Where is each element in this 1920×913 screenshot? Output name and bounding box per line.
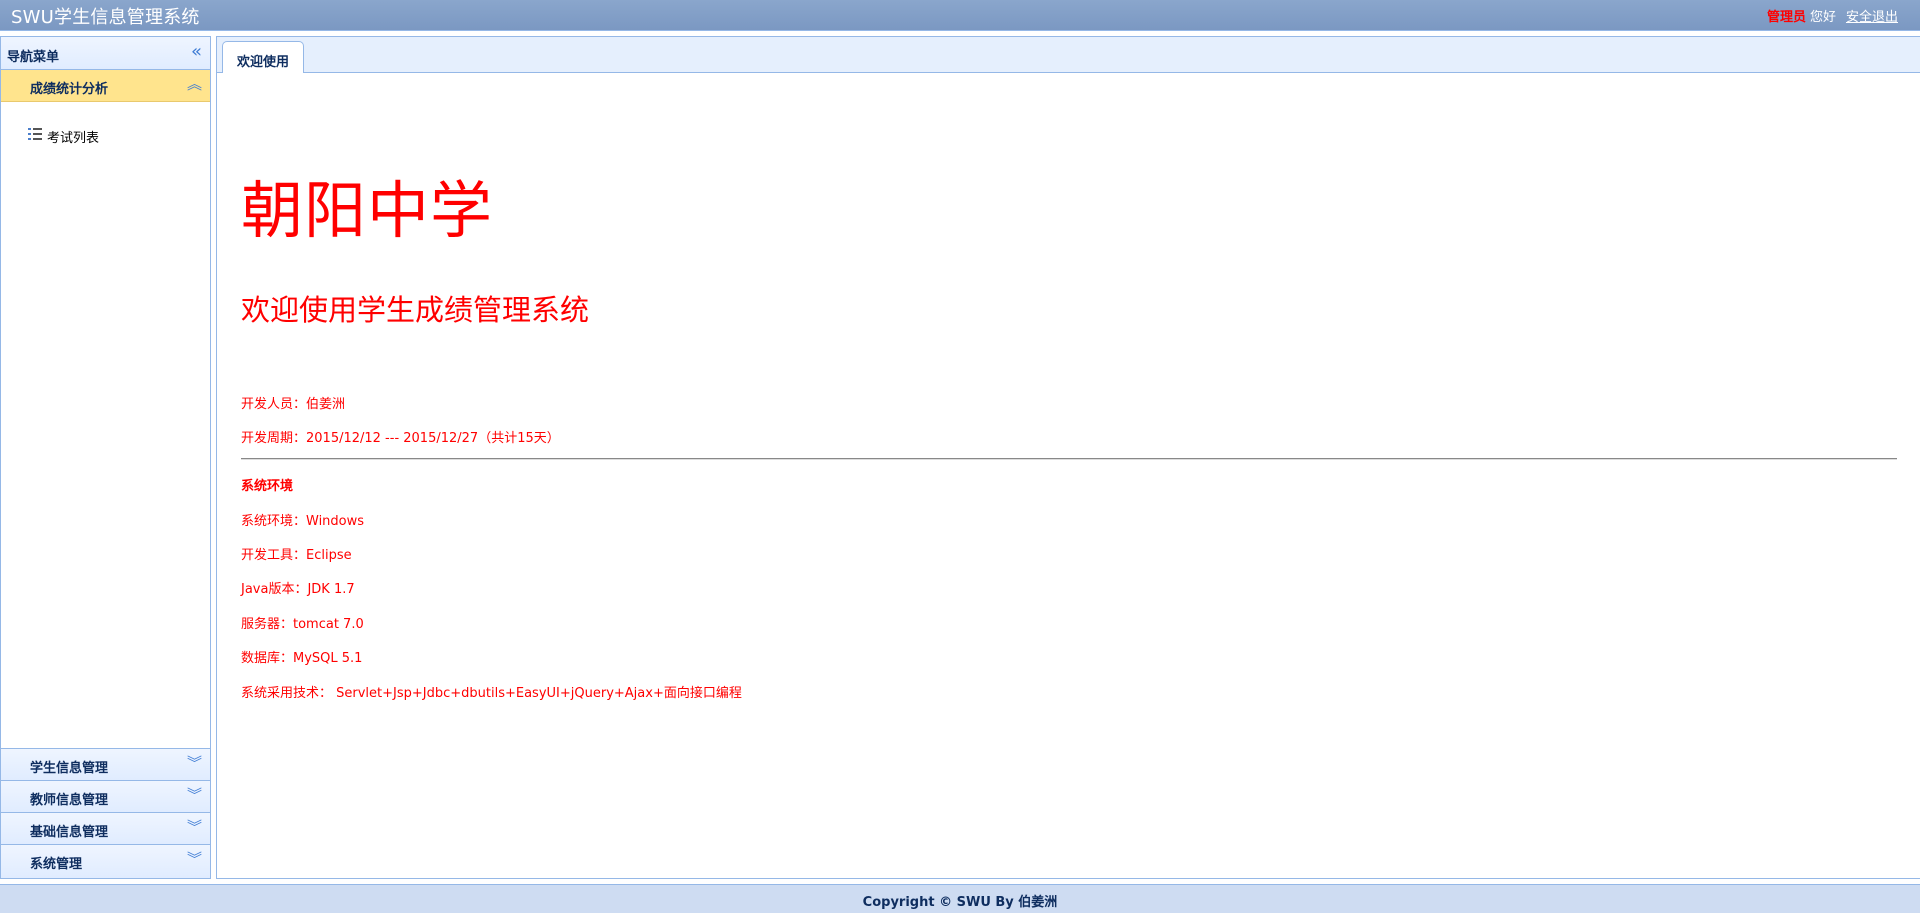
nav-menu-title: 导航菜单	[7, 50, 60, 65]
tab-content: 朝阳中学 欢迎使用学生成绩管理系统 开发人员：伯姜洲 开发周期：2015/12/…	[216, 73, 1920, 879]
env-tech: 系统采用技术： Servlet+Jsp+Jdbc+dbutils+EasyUI+…	[241, 686, 742, 701]
double-chevron-down-icon[interactable]: ︾	[187, 850, 202, 868]
panel-teacher-info[interactable]: 教师信息管理 ︾	[1, 780, 210, 812]
list-icon	[28, 128, 42, 142]
tab-label: 欢迎使用	[236, 55, 289, 70]
divider	[241, 458, 1897, 460]
logout-link[interactable]: 安全退出	[1846, 10, 1898, 25]
app-title: SWU学生信息管理系统	[11, 7, 200, 28]
user-role: 管理员	[1766, 10, 1806, 25]
env-java: Java版本：JDK 1.7	[241, 582, 355, 597]
copyright-text: Copyright © SWU By 伯姜洲	[862, 895, 1058, 910]
tree-item-label: 考试列表	[47, 131, 100, 146]
panel-basic-info[interactable]: 基础信息管理 ︾	[1, 812, 210, 844]
double-chevron-left-icon[interactable]: «	[191, 43, 202, 61]
app-header: SWU学生信息管理系统 管理员 您好 安全退出	[0, 0, 1920, 31]
tab-bar: 欢迎使用	[216, 36, 1920, 74]
double-chevron-down-icon[interactable]: ︾	[187, 818, 202, 836]
developer-text: 开发人员：伯姜洲	[241, 397, 346, 412]
panel-label: 学生信息管理	[30, 761, 109, 776]
double-chevron-down-icon[interactable]: ︾	[187, 754, 202, 772]
panel-score-analysis[interactable]: 成绩统计分析 ︽	[1, 70, 210, 102]
panel-label: 基础信息管理	[30, 825, 109, 840]
user-area: 管理员 您好 安全退出	[1767, 6, 1898, 25]
double-chevron-up-icon[interactable]: ︽	[187, 75, 202, 93]
env-heading: 系统环境	[241, 479, 294, 494]
panel-label: 成绩统计分析	[30, 82, 109, 97]
period-text: 开发周期：2015/12/12 --- 2015/12/27（共计15天）	[241, 431, 560, 446]
nav-menu-header: 导航菜单 «	[1, 37, 210, 70]
footer: Copyright © SWU By 伯姜洲	[0, 884, 1920, 913]
double-chevron-down-icon[interactable]: ︾	[187, 786, 202, 804]
env-tool: 开发工具：Eclipse	[241, 548, 352, 563]
panel-label: 教师信息管理	[30, 793, 109, 808]
main-area: 欢迎使用 朝阳中学 欢迎使用学生成绩管理系统 开发人员：伯姜洲 开发周期：201…	[216, 36, 1920, 879]
sidebar: 导航菜单 « 成绩统计分析 ︽ 考试列表 学生信息管理 ︾ 教师信息管理 ︾ 基…	[0, 36, 211, 879]
school-name: 朝阳中学	[241, 174, 494, 247]
panel-system-management[interactable]: 系统管理 ︾	[1, 844, 210, 878]
welcome-heading: 欢迎使用学生成绩管理系统	[241, 293, 590, 327]
greeting-text: 您好	[1809, 10, 1836, 25]
env-server: 服务器：tomcat 7.0	[241, 617, 364, 632]
env-database: 数据库：MySQL 5.1	[241, 651, 363, 666]
panel-student-info[interactable]: 学生信息管理 ︾	[1, 748, 210, 780]
panel-label: 系统管理	[30, 857, 83, 872]
env-os: 系统环境：Windows	[241, 514, 365, 529]
tab-welcome[interactable]: 欢迎使用	[222, 41, 304, 74]
